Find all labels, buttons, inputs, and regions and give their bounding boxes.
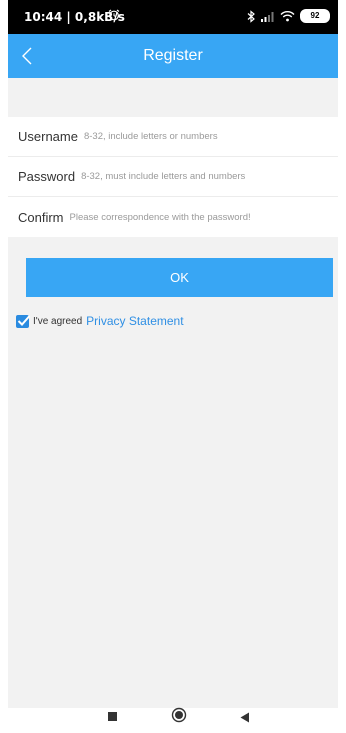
password-label: Password: [18, 169, 76, 184]
circle-icon[interactable]: [171, 707, 187, 723]
username-row: Username: [8, 117, 338, 157]
square-icon[interactable]: [108, 712, 118, 722]
privacy-statement-link[interactable]: Privacy Statement: [86, 314, 183, 328]
bluetooth-icon: [247, 9, 255, 23]
app-bar: Register: [8, 34, 338, 78]
system-nav-bar: [0, 707, 346, 733]
wifi-icon: [280, 11, 295, 22]
battery-indicator: 92: [300, 9, 330, 23]
signal-bars-icon: [261, 11, 274, 22]
password-input[interactable]: [81, 171, 338, 182]
triangle-back-icon[interactable]: [240, 712, 250, 723]
username-input[interactable]: [83, 131, 338, 142]
status-bar: 10:44 | 0,8kB/s 92: [8, 0, 338, 34]
status-icons: 92: [246, 8, 330, 24]
agree-checkbox[interactable]: [16, 314, 31, 328]
checkmark-icon: [17, 314, 31, 326]
ok-button[interactable]: OK: [26, 258, 333, 297]
register-form: Username Password Confirm: [8, 117, 338, 237]
confirm-row: Confirm: [8, 197, 338, 237]
agreement-row: I've agreed Privacy Statement: [16, 313, 184, 329]
page-title: Register: [143, 47, 203, 64]
alarm-clock-icon: [108, 9, 120, 21]
phone-screen: 10:44 | 0,8kB/s 92 Register Username 8-3…: [8, 0, 338, 733]
password-row: Password: [8, 157, 338, 197]
confirm-label: Confirm: [18, 209, 64, 225]
confirm-password-input[interactable]: [69, 211, 338, 223]
agree-text: I've agreed: [33, 315, 83, 327]
username-label: Username: [18, 129, 78, 144]
